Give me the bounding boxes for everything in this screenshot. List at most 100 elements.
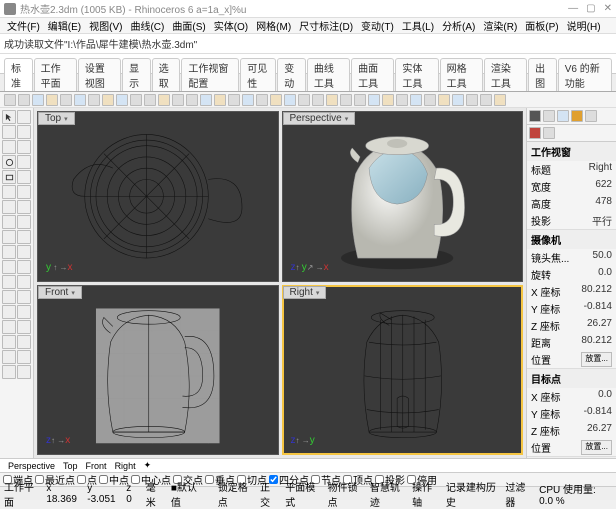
vtab-front[interactable]: Front	[86, 461, 107, 471]
menu-mesh[interactable]: 网格(M)	[253, 18, 294, 33]
status-smarttrack[interactable]: 智慧轨迹	[370, 479, 404, 509]
tool-explode-icon[interactable]	[2, 335, 16, 349]
tool-arc-icon[interactable]	[17, 155, 31, 169]
status-gridsnap[interactable]: 锁定格点	[218, 479, 252, 509]
status-history[interactable]: 记录建构历史	[446, 479, 497, 509]
toolbar-btn-icon[interactable]	[480, 94, 492, 106]
tool-extrude-icon[interactable]	[2, 215, 16, 229]
tool-point-icon[interactable]	[2, 125, 16, 139]
tab-display[interactable]: 显示	[122, 58, 151, 91]
toolbar-btn-icon[interactable]	[228, 94, 240, 106]
status-ortho[interactable]: 正交	[260, 479, 277, 509]
tool-circle-icon[interactable]	[2, 155, 16, 169]
tab-viewport-layout[interactable]: 工作视窗配置	[181, 58, 239, 91]
menu-analyze[interactable]: 分析(A)	[439, 18, 478, 33]
toolbar-btn-icon[interactable]	[410, 94, 422, 106]
toolbar-btn-icon[interactable]	[312, 94, 324, 106]
tool-array-icon[interactable]	[2, 305, 16, 319]
toolbar-btn-icon[interactable]	[466, 94, 478, 106]
menu-solid[interactable]: 实体(O)	[211, 18, 251, 33]
tool-mirror-icon[interactable]	[17, 290, 31, 304]
toolbar-print-icon[interactable]	[46, 94, 58, 106]
tool-render-icon[interactable]	[2, 365, 16, 379]
tool-boolean-icon[interactable]	[2, 260, 16, 274]
tool-analyze-icon[interactable]	[17, 350, 31, 364]
status-gumball[interactable]: 操作轴	[412, 479, 438, 509]
toolbar-btn-icon[interactable]	[186, 94, 198, 106]
viewport-label-right[interactable]: Right▾	[283, 286, 327, 299]
status-units[interactable]: 毫米	[146, 479, 163, 509]
maximize-button[interactable]: ▢	[586, 3, 595, 14]
tool-polyline-icon[interactable]	[2, 140, 16, 154]
toolbar-btn-icon[interactable]	[340, 94, 352, 106]
panel-tab-icon[interactable]	[585, 110, 597, 122]
tool-move-icon[interactable]	[2, 275, 16, 289]
tool-trim-icon[interactable]	[17, 305, 31, 319]
panel-btn-icon[interactable]	[543, 127, 555, 139]
place-button[interactable]: 放置...	[581, 440, 612, 455]
menu-dimension[interactable]: 尺寸标注(D)	[296, 18, 356, 33]
menu-tools[interactable]: 工具(L)	[399, 18, 437, 33]
menu-curve[interactable]: 曲线(C)	[127, 18, 167, 33]
toolbar-paste-icon[interactable]	[88, 94, 100, 106]
viewport-label-top[interactable]: Top▾	[38, 112, 75, 125]
tool-misc-icon[interactable]	[17, 365, 31, 379]
toolbar-save-icon[interactable]	[32, 94, 44, 106]
toolbar-btn-icon[interactable]	[452, 94, 464, 106]
tab-standard[interactable]: 标准	[4, 58, 33, 91]
vtab-add-icon[interactable]: ✦	[144, 460, 152, 471]
viewport-perspective[interactable]: Perspective▾ z↑ y↗ →x	[282, 111, 524, 282]
toolbar-btn-icon[interactable]	[158, 94, 170, 106]
toolbar-btn-icon[interactable]	[494, 94, 506, 106]
toolbar-btn-icon[interactable]	[172, 94, 184, 106]
toolbar-redo-icon[interactable]	[116, 94, 128, 106]
toolbar-open-icon[interactable]	[18, 94, 30, 106]
tool-cylinder-icon[interactable]	[2, 245, 16, 259]
dropdown-icon[interactable]: ▾	[71, 290, 75, 297]
vtab-top[interactable]: Top	[63, 461, 78, 471]
tool-cone-icon[interactable]	[17, 245, 31, 259]
toolbar-undo-icon[interactable]	[102, 94, 114, 106]
menu-panels[interactable]: 面板(P)	[522, 18, 561, 33]
tool-revolve-icon[interactable]	[17, 215, 31, 229]
help-tab-icon[interactable]	[571, 110, 583, 122]
viewport-top[interactable]: Top▾ y ↑ →x	[37, 111, 279, 282]
tab-solid-tools[interactable]: 实体工具	[395, 58, 438, 91]
prop-value[interactable]: 622	[595, 179, 612, 194]
prop-value[interactable]: Right	[589, 162, 612, 177]
menu-surface[interactable]: 曲面(S)	[169, 18, 208, 33]
tool-rectangle-icon[interactable]	[2, 170, 16, 184]
toolbar-copy-icon[interactable]	[74, 94, 86, 106]
tab-render-tools[interactable]: 渲染工具	[484, 58, 527, 91]
toolbar-new-icon[interactable]	[4, 94, 16, 106]
layers-tab-icon[interactable]	[543, 110, 555, 122]
tool-scale-icon[interactable]	[2, 290, 16, 304]
prop-value[interactable]: 478	[595, 196, 612, 211]
toolbar-cut-icon[interactable]	[60, 94, 72, 106]
toolbar-btn-icon[interactable]	[424, 94, 436, 106]
properties-tab-icon[interactable]	[529, 110, 541, 122]
tool-curve-icon[interactable]	[17, 140, 31, 154]
tool-text-icon[interactable]	[17, 185, 31, 199]
menu-view[interactable]: 视图(V)	[86, 18, 125, 33]
close-button[interactable]: ✕	[604, 3, 612, 14]
tool-loft-icon[interactable]	[17, 200, 31, 214]
toolbar-btn-icon[interactable]	[130, 94, 142, 106]
tool-line-icon[interactable]	[17, 125, 31, 139]
prop-value[interactable]: 0.0	[598, 389, 612, 404]
place-button[interactable]: 放置...	[581, 352, 612, 367]
status-filter[interactable]: 过滤器	[505, 479, 531, 509]
menu-file[interactable]: 文件(F)	[4, 18, 43, 33]
menu-help[interactable]: 说明(H)	[564, 18, 604, 33]
tool-fillet-icon[interactable]	[17, 260, 31, 274]
tab-v6-new[interactable]: V6 的新功能	[558, 58, 612, 91]
toolbar-btn-icon[interactable]	[368, 94, 380, 106]
tool-surface-icon[interactable]	[2, 200, 16, 214]
status-cplane[interactable]: 工作平面	[4, 479, 38, 509]
status-planar[interactable]: 平面模式	[285, 479, 319, 509]
viewport-label-front[interactable]: Front▾	[38, 286, 82, 299]
tool-lasso-icon[interactable]	[17, 110, 31, 124]
tool-ellipse-icon[interactable]	[2, 185, 16, 199]
toolbar-btn-icon[interactable]	[354, 94, 366, 106]
prop-value[interactable]: 26.27	[587, 423, 612, 438]
